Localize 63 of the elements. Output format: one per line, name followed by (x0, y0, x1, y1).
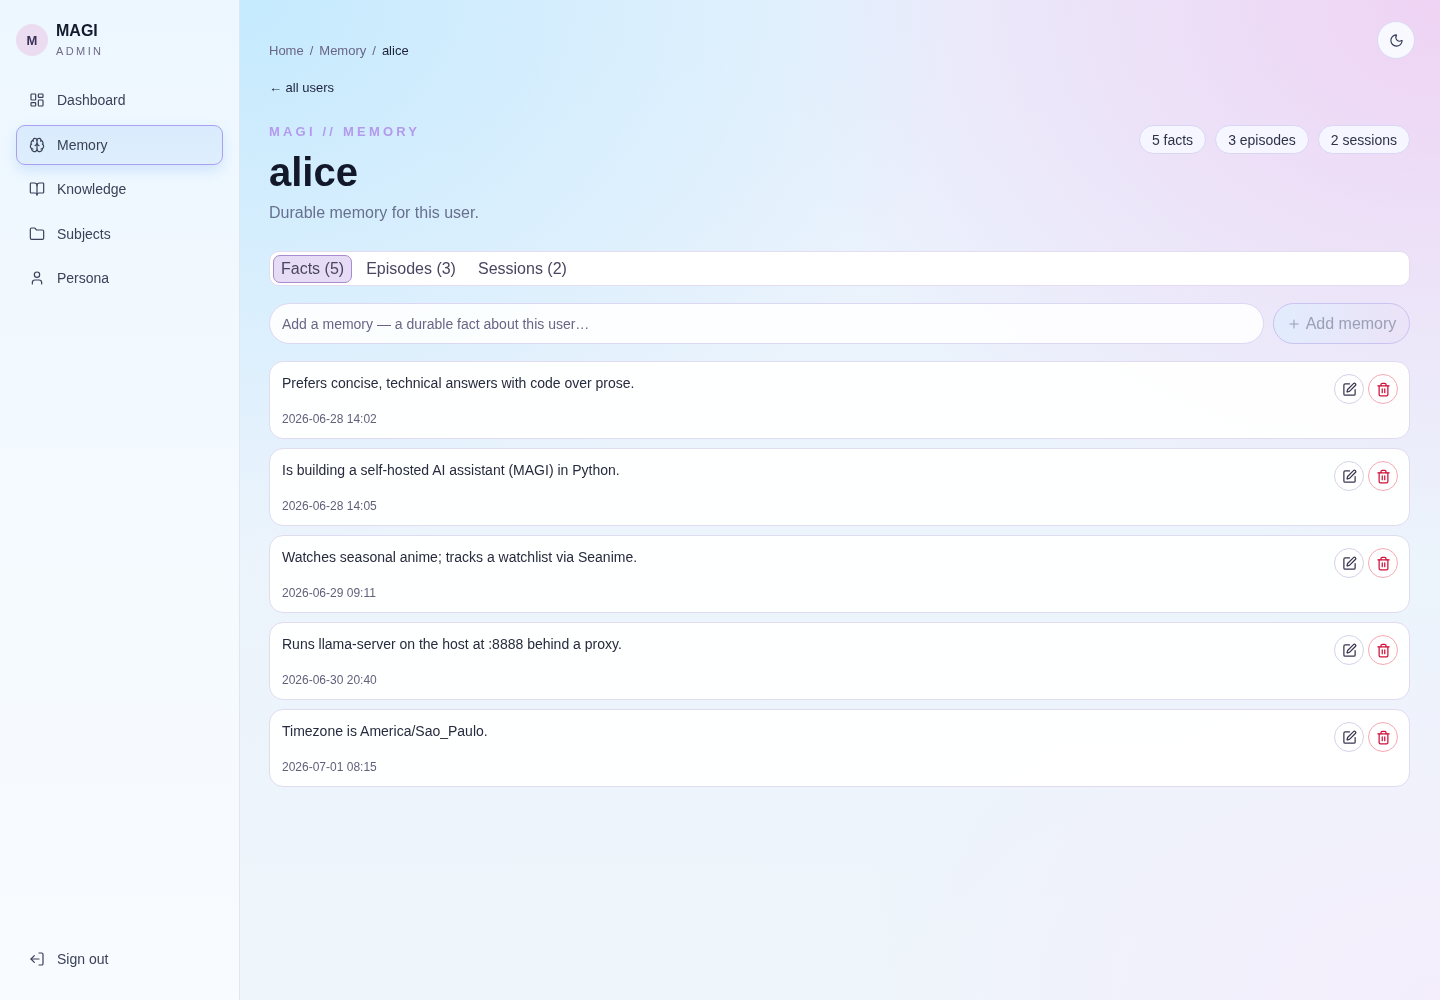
delete-button[interactable] (1368, 461, 1398, 491)
brain-icon (29, 136, 45, 153)
dashboard-grid-icon (29, 92, 45, 108)
tab[interactable]: Episodes (3) (358, 254, 464, 283)
breadcrumb-separator: / (372, 43, 376, 59)
edit-pencil-icon (1341, 555, 1357, 571)
fact-text: Timezone is America/Sao_Paulo. (282, 722, 488, 740)
sidebar-item[interactable]: Subjects (16, 213, 223, 254)
stat-chip: 2 sessions (1317, 125, 1410, 154)
delete-button[interactable] (1368, 722, 1398, 752)
trash-icon (1375, 729, 1391, 745)
trash-icon (1375, 642, 1391, 658)
breadcrumb-link[interactable]: Home (269, 43, 304, 59)
sidebar-item[interactable]: Memory (16, 124, 223, 165)
back-link[interactable]: ← all users (269, 80, 335, 96)
edit-button[interactable] (1334, 461, 1364, 491)
fact-text: Runs llama-server on the host at :8888 behind a proxy. (282, 635, 622, 653)
edit-pencil-icon (1341, 729, 1357, 745)
fact-text: Is building a self-hosted AI assistant (MAGI) in Python. (282, 461, 620, 479)
tab[interactable]: Facts (5) (273, 254, 353, 283)
theme-toggle-button[interactable] (1377, 21, 1415, 59)
sidebar-item[interactable]: Persona (16, 258, 223, 298)
edit-button[interactable] (1334, 722, 1364, 752)
delete-button[interactable] (1368, 635, 1398, 665)
page-eyebrow: MAGI // MEMORY (269, 124, 421, 140)
page-title: alice (269, 149, 358, 196)
fact-text: Prefers concise, technical answers with code over prose. (282, 374, 635, 392)
fact-date: 2026-06-28 14:02 (282, 411, 377, 427)
edit-button[interactable] (1334, 548, 1364, 578)
moon-icon (1388, 32, 1404, 48)
fact-date: 2026-06-28 14:05 (282, 498, 377, 514)
tab[interactable]: Sessions (2) (469, 254, 575, 283)
plus-icon (1286, 316, 1301, 331)
trash-icon (1375, 381, 1391, 397)
edit-button[interactable] (1334, 635, 1364, 665)
delete-button[interactable] (1368, 374, 1398, 404)
stat-chip: 3 episodes (1215, 125, 1309, 154)
stat-chip: 5 facts (1138, 125, 1207, 154)
sign-out-link[interactable]: Sign out (16, 939, 223, 979)
fact-date: 2026-06-30 20:40 (282, 672, 377, 688)
open-book-icon (29, 181, 45, 197)
trash-icon (1375, 555, 1391, 571)
memory-input-field[interactable]: Add a memory — a durable fact about this user… (269, 303, 1264, 344)
fact-text: Watches seasonal anime; tracks a watchlist via Seanime. (282, 548, 638, 566)
edit-pencil-icon (1341, 642, 1357, 658)
trash-icon (1375, 468, 1391, 484)
fact-date: 2026-07-01 08:15 (282, 759, 377, 775)
brand-role: ADMIN (56, 44, 104, 58)
brand-name: MAGI (56, 22, 99, 40)
breadcrumb-link[interactable]: alice (381, 43, 409, 59)
person-icon (29, 270, 45, 286)
sidebar-item[interactable]: Knowledge (16, 169, 223, 209)
breadcrumb-separator: / (309, 43, 314, 59)
edit-pencil-icon (1341, 381, 1357, 397)
brand-avatar: M (16, 24, 48, 56)
folder-icon (29, 225, 45, 242)
edit-pencil-icon (1341, 468, 1357, 484)
page-subtitle: Durable memory for this user. (269, 203, 479, 223)
fact-date: 2026-06-29 09:11 (282, 585, 376, 601)
sidebar-item[interactable]: Dashboard (16, 80, 223, 120)
breadcrumb-link[interactable]: Memory (319, 43, 367, 59)
delete-button[interactable] (1368, 548, 1398, 578)
edit-button[interactable] (1334, 374, 1364, 404)
